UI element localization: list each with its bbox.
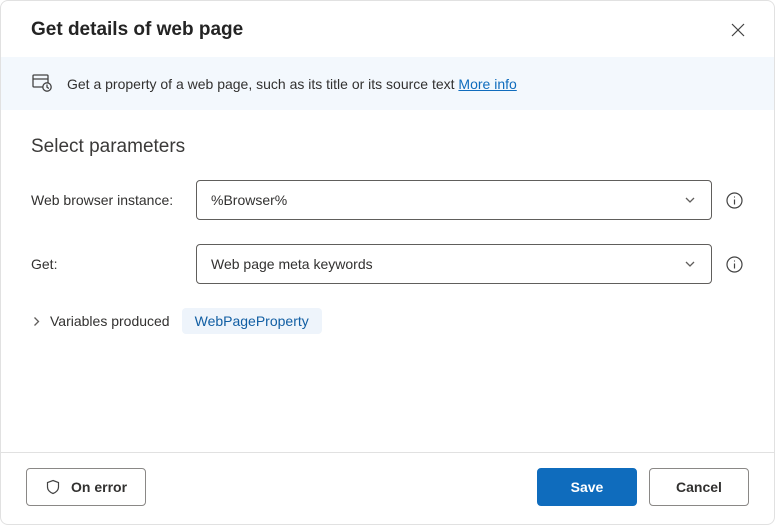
chevron-right-icon [31,316,42,327]
info-icon [726,192,743,209]
dialog: Get details of web page Get a property o… [0,0,775,525]
close-button[interactable] [727,19,749,41]
variable-chip[interactable]: WebPageProperty [182,308,322,334]
on-error-label: On error [71,479,127,495]
dialog-title: Get details of web page [31,19,243,41]
browser-info-button[interactable] [724,190,744,210]
get-select-container: Web page meta keywords [196,244,744,284]
dialog-content: Select parameters Web browser instance: … [1,110,774,452]
web-page-icon [31,71,53,96]
more-info-link[interactable]: More info [458,76,516,92]
info-bar-description: Get a property of a web page, such as it… [67,76,458,92]
get-select-value: Web page meta keywords [211,256,373,272]
variables-expand-toggle[interactable]: Variables produced [31,313,170,329]
browser-select-container: %Browser% [196,180,744,220]
get-select[interactable]: Web page meta keywords [196,244,712,284]
dialog-header: Get details of web page [1,1,774,57]
shield-icon [45,479,61,495]
info-icon [726,256,743,273]
section-title: Select parameters [31,136,744,158]
browser-select[interactable]: %Browser% [196,180,712,220]
footer-actions: Save Cancel [537,468,749,506]
cancel-button[interactable]: Cancel [649,468,749,506]
get-info-button[interactable] [724,254,744,274]
get-row: Get: Web page meta keywords [31,244,744,284]
on-error-button[interactable]: On error [26,468,146,506]
dialog-footer: On error Save Cancel [1,452,774,524]
variables-row: Variables produced WebPageProperty [31,308,744,334]
browser-row: Web browser instance: %Browser% [31,180,744,220]
close-icon [731,23,745,37]
save-button[interactable]: Save [537,468,637,506]
info-bar: Get a property of a web page, such as it… [1,57,774,110]
browser-label: Web browser instance: [31,192,196,208]
info-bar-text: Get a property of a web page, such as it… [67,76,517,92]
get-label: Get: [31,256,196,272]
chevron-down-icon [683,193,697,207]
browser-select-value: %Browser% [211,192,287,208]
chevron-down-icon [683,257,697,271]
variables-label: Variables produced [50,313,170,329]
